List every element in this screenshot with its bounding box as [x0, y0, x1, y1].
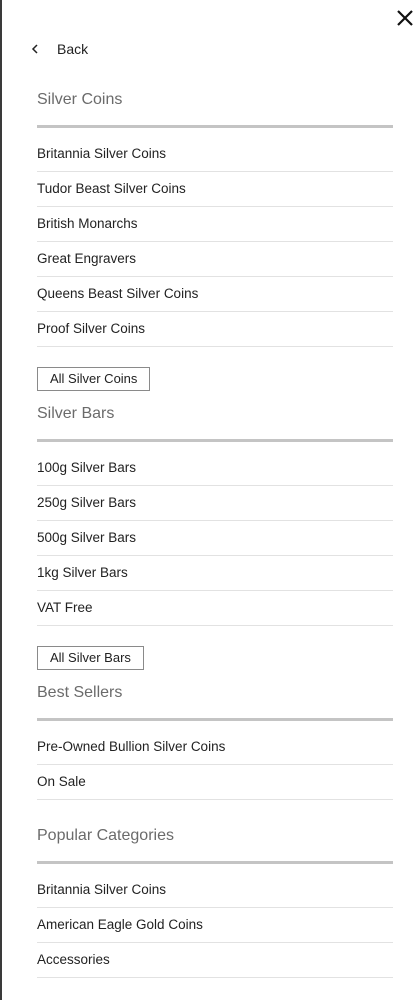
menu-item-british-monarchs[interactable]: British Monarchs: [37, 207, 393, 242]
section-title-popular-categories: Popular Categories: [37, 818, 393, 864]
section-title-best-sellers: Best Sellers: [37, 675, 393, 721]
all-silver-coins-button[interactable]: All Silver Coins: [37, 367, 151, 391]
chevron-left-icon: [31, 44, 38, 54]
all-silver-bars-button[interactable]: All Silver Bars: [37, 646, 144, 670]
menu-item-popular-britannia-silver-coins[interactable]: Britannia Silver Coins: [37, 873, 393, 908]
back-button[interactable]: Back: [30, 38, 88, 60]
menu-item-500g-silver-bars[interactable]: 500g Silver Bars: [37, 521, 393, 556]
section-title-silver-coins: Silver Coins: [37, 82, 393, 128]
menu-item-on-sale[interactable]: On Sale: [37, 765, 393, 800]
menu-item-accessories[interactable]: Accessories: [37, 943, 393, 978]
menu-item-american-eagle-gold-coins[interactable]: American Eagle Gold Coins: [37, 908, 393, 943]
menu-content: Silver Coins Britannia Silver Coins Tudo…: [37, 82, 393, 978]
close-button[interactable]: [394, 6, 416, 30]
menu-item-proof-silver-coins[interactable]: Proof Silver Coins: [37, 312, 393, 347]
menu-item-1kg-silver-bars[interactable]: 1kg Silver Bars: [37, 556, 393, 591]
menu-item-100g-silver-bars[interactable]: 100g Silver Bars: [37, 451, 393, 486]
close-icon: [397, 10, 413, 26]
menu-item-250g-silver-bars[interactable]: 250g Silver Bars: [37, 486, 393, 521]
menu-item-britannia-silver-coins[interactable]: Britannia Silver Coins: [37, 137, 393, 172]
menu-item-queens-beast-silver-coins[interactable]: Queens Beast Silver Coins: [37, 277, 393, 312]
menu-item-pre-owned-bullion-silver-coins[interactable]: Pre-Owned Bullion Silver Coins: [37, 730, 393, 765]
back-label: Back: [57, 41, 89, 57]
menu-item-tudor-beast-silver-coins[interactable]: Tudor Beast Silver Coins: [37, 172, 393, 207]
menu-item-vat-free[interactable]: VAT Free: [37, 591, 393, 626]
mobile-menu-panel: Back Silver Coins Britannia Silver Coins…: [0, 0, 420, 1000]
section-title-silver-bars: Silver Bars: [37, 396, 393, 442]
menu-item-great-engravers[interactable]: Great Engravers: [37, 242, 393, 277]
